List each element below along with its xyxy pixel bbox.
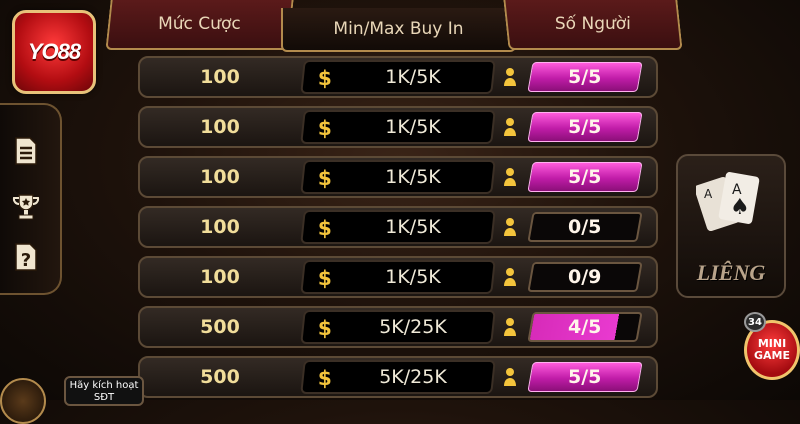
table-row[interactable]: 100 $1K/5K 5/5 xyxy=(138,156,658,198)
activate-phone-button[interactable]: Hãy kích hoạt SĐT xyxy=(64,376,144,406)
dollar-icon: $ xyxy=(317,216,332,240)
brand-logo-text: YO88 xyxy=(27,39,81,64)
document-icon[interactable] xyxy=(10,135,42,167)
player-count: 0/5 xyxy=(527,212,643,242)
bet-amount: 100 xyxy=(200,266,240,288)
player-count-text: 0/5 xyxy=(568,216,602,238)
buyin-range: 5K/25K xyxy=(379,316,447,338)
playing-cards-icon: A ♠ A xyxy=(696,172,760,232)
brand-logo[interactable]: YO88 xyxy=(12,10,96,94)
table-row[interactable]: 100 $1K/5K 5/5 xyxy=(138,106,658,148)
game-card-label: LIÊNG xyxy=(696,260,766,285)
trophy-icon[interactable] xyxy=(10,191,42,223)
buyin-range: 1K/5K xyxy=(385,266,441,288)
mini-game-text-2: GAME xyxy=(753,349,790,362)
buyin-range: 1K/5K xyxy=(385,66,441,88)
bet-amount: 500 xyxy=(200,366,240,388)
header-players-label: Số Người xyxy=(554,14,631,34)
table-row[interactable]: 500 $5K/25K 5/5 xyxy=(138,356,658,398)
person-icon xyxy=(504,68,516,86)
lieng-game-card[interactable]: A ♠ A LIÊNG xyxy=(676,154,786,298)
mini-game-button[interactable]: MINI GAME 34 xyxy=(744,312,800,384)
buyin-box: $1K/5K xyxy=(300,260,496,294)
svg-text:A: A xyxy=(704,187,713,201)
table-row[interactable]: 500 $5K/25K 4/5 xyxy=(138,306,658,348)
header-buyin[interactable]: Min/Max Buy In xyxy=(281,8,516,52)
buyin-box: $1K/5K xyxy=(300,210,496,244)
buyin-range: 5K/25K xyxy=(379,366,447,388)
player-count-text: 5/5 xyxy=(568,116,602,138)
bet-amount: 100 xyxy=(200,116,240,138)
dollar-icon: $ xyxy=(317,316,332,340)
table-row[interactable]: 100 $1K/5K 5/5 xyxy=(138,56,658,98)
bet-amount: 100 xyxy=(200,66,240,88)
header-players[interactable]: Số Người xyxy=(503,0,683,50)
dollar-icon: $ xyxy=(317,116,332,140)
buyin-box: $5K/25K xyxy=(300,310,496,344)
player-count-text: 5/5 xyxy=(568,66,602,88)
mini-game-badge: 34 xyxy=(744,312,766,332)
left-sidebar: ? xyxy=(0,103,62,295)
dollar-icon: $ xyxy=(317,266,332,290)
table-list: 100 $1K/5K 5/5 100 $1K/5K 5/5 100 $1K/5K 5/5 100 $… xyxy=(138,56,658,406)
header-bet[interactable]: Mức Cược xyxy=(105,0,294,50)
buyin-range: 1K/5K xyxy=(385,216,441,238)
table-row[interactable]: 100 $1K/5K 0/5 xyxy=(138,206,658,248)
table-row[interactable]: 100 $1K/5K 0/9 xyxy=(138,256,658,298)
person-icon xyxy=(504,168,516,186)
header-bet-label: Mức Cược xyxy=(158,14,241,34)
bet-amount: 100 xyxy=(200,216,240,238)
buyin-box: $1K/5K xyxy=(300,160,496,194)
dollar-icon: $ xyxy=(317,366,332,390)
buyin-range: 1K/5K xyxy=(385,116,441,138)
buyin-range: 1K/5K xyxy=(385,166,441,188)
person-icon xyxy=(504,318,516,336)
buyin-box: $1K/5K xyxy=(300,110,496,144)
dollar-icon: $ xyxy=(317,166,332,190)
player-count: 5/5 xyxy=(527,112,643,142)
header-buyin-label: Min/Max Buy In xyxy=(333,19,464,39)
help-icon[interactable]: ? xyxy=(10,241,42,273)
player-count: 0/9 xyxy=(527,262,643,292)
player-count-text: 5/5 xyxy=(568,366,602,388)
player-count-text: 4/5 xyxy=(568,316,602,338)
promo-line-2: SĐT xyxy=(93,392,115,403)
dollar-icon: $ xyxy=(317,66,332,90)
promo-line-1: Hãy kích hoạt xyxy=(69,380,139,391)
player-count: 5/5 xyxy=(527,162,643,192)
player-count: 5/5 xyxy=(527,62,643,92)
person-icon xyxy=(504,268,516,286)
buyin-box: $1K/5K xyxy=(300,60,496,94)
player-count-text: 5/5 xyxy=(568,166,602,188)
avatar[interactable] xyxy=(0,378,46,424)
player-count: 4/5 xyxy=(527,312,643,342)
bet-amount: 100 xyxy=(200,166,240,188)
person-icon xyxy=(504,218,516,236)
bet-amount: 500 xyxy=(200,316,240,338)
player-count-text: 0/9 xyxy=(568,266,602,288)
svg-text:?: ? xyxy=(21,250,31,271)
svg-text:♠: ♠ xyxy=(730,195,750,220)
person-icon xyxy=(504,118,516,136)
person-icon xyxy=(504,368,516,386)
player-count: 5/5 xyxy=(527,362,643,392)
buyin-box: $5K/25K xyxy=(300,360,496,394)
